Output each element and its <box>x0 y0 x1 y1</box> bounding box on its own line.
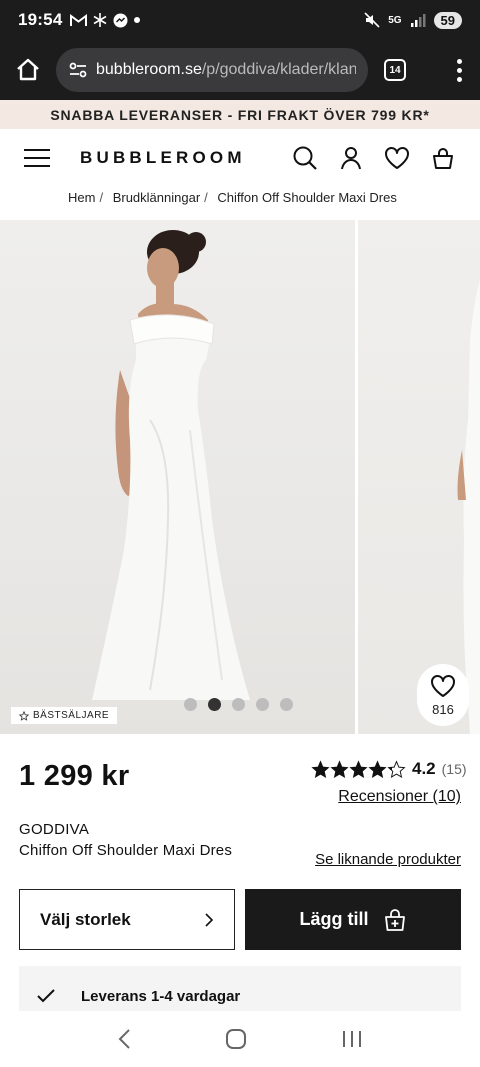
star-outline-icon <box>19 710 29 721</box>
rating-star-icon <box>368 759 387 778</box>
select-size-label: Välj storlek <box>40 909 131 929</box>
gallery-dot[interactable] <box>232 698 245 711</box>
gallery-dot-active[interactable] <box>208 698 221 711</box>
gmail-icon <box>70 13 88 26</box>
home-button[interactable] <box>12 54 44 86</box>
bestseller-badge: BÄSTSÄLJARE <box>11 707 118 724</box>
gallery-dot[interactable] <box>256 698 269 711</box>
rating-star-icon <box>311 759 330 778</box>
site-header: BUBBLEROOM <box>0 129 480 186</box>
url-text[interactable]: bubbleroom.se/p/goddiva/klader/klannir <box>96 61 356 79</box>
system-navigation-bar <box>0 1011 480 1067</box>
site-settings-icon[interactable] <box>68 60 88 80</box>
account-icon[interactable] <box>338 145 364 171</box>
home-nav-icon[interactable] <box>225 1028 247 1050</box>
browser-menu-button[interactable] <box>456 58 462 82</box>
heart-icon <box>431 674 455 697</box>
rating-score: 4.2 <box>412 759 436 778</box>
chevron-right-icon <box>205 912 214 927</box>
messenger-icon <box>113 13 128 27</box>
breadcrumb-category[interactable]: Brudklänningar <box>113 190 200 205</box>
product-name: Chiffon Off Shoulder Maxi Dres <box>19 842 233 859</box>
select-size-button[interactable]: Välj storlek <box>19 889 235 950</box>
status-bar: 19:54 5G 59 <box>0 0 480 40</box>
notification-icons <box>70 13 141 28</box>
rating-count: (15) <box>441 761 467 777</box>
gallery-dot[interactable] <box>280 698 293 711</box>
signal-icon <box>410 14 426 27</box>
browser-toolbar: bubbleroom.se/p/goddiva/klader/klannir 1… <box>0 40 480 100</box>
wishlist-icon[interactable] <box>384 145 410 171</box>
breadcrumb: Hem / Brudklänningar / Chiffon Off Shoulde… <box>68 190 397 205</box>
tab-switcher-button[interactable]: 14 <box>384 59 406 81</box>
model-figure-partial <box>457 280 480 734</box>
product-image-main[interactable] <box>0 220 355 734</box>
site-logo[interactable]: BUBBLEROOM <box>80 148 246 168</box>
system-icons: 5G 59 <box>364 11 462 29</box>
product-image-next[interactable] <box>358 220 480 734</box>
similar-products-link[interactable]: Se liknande produkter <box>315 851 461 868</box>
url-host: bubbleroom.se <box>96 61 202 78</box>
gallery-pagination <box>184 698 293 711</box>
rating-stars <box>311 759 406 779</box>
menu-icon[interactable] <box>24 148 50 167</box>
delivery-text: Leverans 1-4 vardagar <box>81 987 241 1005</box>
product-rating[interactable]: 4.2 (15) <box>311 759 467 779</box>
url-path: /p/goddiva/klader/klannir <box>201 61 356 78</box>
back-icon[interactable] <box>117 1028 131 1050</box>
recent-apps-icon[interactable] <box>341 1029 363 1049</box>
model-figure <box>92 230 250 700</box>
product-brand[interactable]: GODDIVA <box>19 821 89 838</box>
bag-plus-icon <box>384 908 405 931</box>
breadcrumb-home[interactable]: Hem <box>68 190 95 205</box>
bestseller-label: BÄSTSÄLJARE <box>33 710 110 721</box>
add-to-cart-label: Lägg till <box>299 909 369 929</box>
reviews-link[interactable]: Recensioner (10) <box>338 788 461 806</box>
rating-star-icon <box>330 759 349 778</box>
promo-banner[interactable]: SNABBA LEVERANSER - FRI FRAKT ÖVER 799 K… <box>0 100 480 129</box>
rating-star-icon <box>387 759 406 778</box>
search-icon[interactable] <box>292 145 318 171</box>
address-bar[interactable]: bubbleroom.se/p/goddiva/klader/klannir <box>56 48 368 92</box>
rating-star-icon <box>349 759 368 778</box>
mute-icon <box>364 12 380 28</box>
product-price: 1 299 kr <box>19 760 130 792</box>
cart-icon[interactable] <box>430 145 456 171</box>
favorite-count: 816 <box>432 701 454 717</box>
checkmark-icon <box>37 989 55 1003</box>
breadcrumb-current: Chiffon Off Shoulder Maxi Dres <box>217 190 397 205</box>
add-to-cart-button[interactable]: Lägg till <box>245 889 461 950</box>
favorite-button[interactable]: 816 <box>417 664 469 726</box>
header-actions <box>292 145 456 171</box>
product-gallery[interactable]: BÄSTSÄLJARE 816 <box>0 220 480 734</box>
gallery-dot[interactable] <box>184 698 197 711</box>
network-label: 5G <box>388 14 402 26</box>
status-time: 19:54 <box>18 10 63 29</box>
battery-indicator: 59 <box>433 11 462 29</box>
snowflake-icon <box>94 13 107 27</box>
dot-icon <box>134 17 141 23</box>
home-icon <box>17 58 39 81</box>
